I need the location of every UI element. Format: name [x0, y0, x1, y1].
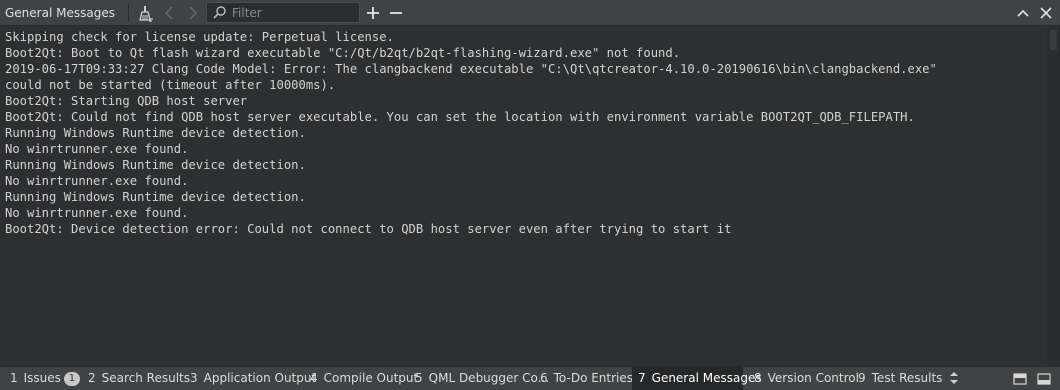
tab-number: 6	[540, 371, 548, 385]
tab-label: QML Debugger Co...	[428, 371, 550, 385]
tab-compile-output[interactable]: 4 Compile Output	[304, 367, 418, 390]
tab-number: 1	[10, 371, 18, 385]
tab-label: General Messages	[651, 371, 762, 385]
tab-label: Version Control	[767, 371, 859, 385]
tab-qml-debugger-co[interactable]: 5 QML Debugger Co...	[409, 367, 549, 390]
tab-label: Test Results	[871, 371, 943, 385]
vertical-scrollbar[interactable]	[1047, 26, 1060, 366]
close-pane-icon[interactable]	[1036, 3, 1056, 23]
tab-number: 9	[858, 371, 866, 385]
more-panes-icon[interactable]	[946, 370, 962, 386]
search-icon	[213, 6, 226, 19]
tab-search-results[interactable]: 2 Search Results	[82, 367, 190, 390]
output-line: No winrtrunner.exe found.	[5, 174, 189, 188]
tab-number: 7	[638, 371, 646, 385]
output-line: Boot2Qt: Boot to Qt flash wizard executa…	[5, 46, 681, 60]
previous-item-icon[interactable]	[160, 3, 180, 23]
output-line: Boot2Qt: Device detection error: Could n…	[5, 222, 732, 236]
tab-issues[interactable]: 1 Issues 1	[4, 367, 80, 390]
tab-number: 3	[190, 371, 198, 385]
tab-number: 4	[310, 371, 318, 385]
pane-title: General Messages	[5, 6, 115, 20]
tab-label: Search Results	[101, 371, 191, 385]
tab-number: 8	[754, 371, 762, 385]
tab-application-output[interactable]: 3 Application Output	[184, 367, 316, 390]
output-line: could not be started (timeout after 1000…	[5, 78, 336, 92]
output-line: Boot2Qt: Could not find QDB host server …	[5, 110, 915, 124]
output-line: Boot2Qt: Starting QDB host server	[5, 94, 248, 108]
tab-label: Issues	[23, 371, 61, 385]
zoom-out-icon[interactable]	[386, 3, 406, 23]
issue-count-badge: 1	[63, 372, 80, 386]
toggle-output-icon[interactable]	[1036, 371, 1052, 387]
output-line: Skipping check for license update: Perpe…	[5, 30, 394, 44]
output-line: No winrtrunner.exe found.	[5, 142, 189, 156]
messages-output[interactable]: Skipping check for license update: Perpe…	[0, 26, 1047, 366]
scrollbar-thumb[interactable]	[1050, 30, 1057, 50]
tab-number: 5	[415, 371, 423, 385]
tab-label: Compile Output	[323, 371, 419, 385]
maximize-pane-icon[interactable]	[1013, 3, 1033, 23]
output-pane-tabs: 1 Issues 1 2 Search Results 3 Application Outp…	[0, 366, 1060, 390]
zoom-in-icon[interactable]	[363, 3, 383, 23]
toolbar-separator	[128, 4, 129, 22]
tab-label: To-Do Entries	[553, 371, 634, 385]
output-line: Running Windows Runtime device detection…	[5, 158, 306, 172]
clear-output-icon[interactable]	[136, 3, 156, 23]
output-pane-toolbar: General Messages Filter	[0, 0, 1060, 26]
tab-version-control[interactable]: 8 Version Control	[748, 367, 859, 390]
output-line: No winrtrunner.exe found.	[5, 206, 189, 220]
next-item-icon[interactable]	[182, 3, 202, 23]
filter-input[interactable]: Filter	[206, 2, 360, 23]
filter-placeholder: Filter	[232, 6, 262, 20]
tab-number: 2	[88, 371, 96, 385]
tab-general-messages[interactable]: 7 General Messages	[632, 367, 762, 390]
output-line: Running Windows Runtime device detection…	[5, 190, 306, 204]
toggle-sidebar-icon[interactable]	[1012, 371, 1028, 387]
output-line: Running Windows Runtime device detection…	[5, 126, 306, 140]
tab-test-results[interactable]: 9 Test Results	[852, 367, 942, 390]
output-line: 2019-06-17T09:33:27 Clang Code Model: Er…	[5, 62, 937, 76]
tab-to-do-entries[interactable]: 6 To-Do Entries	[534, 367, 633, 390]
tab-label: Application Output	[203, 371, 317, 385]
